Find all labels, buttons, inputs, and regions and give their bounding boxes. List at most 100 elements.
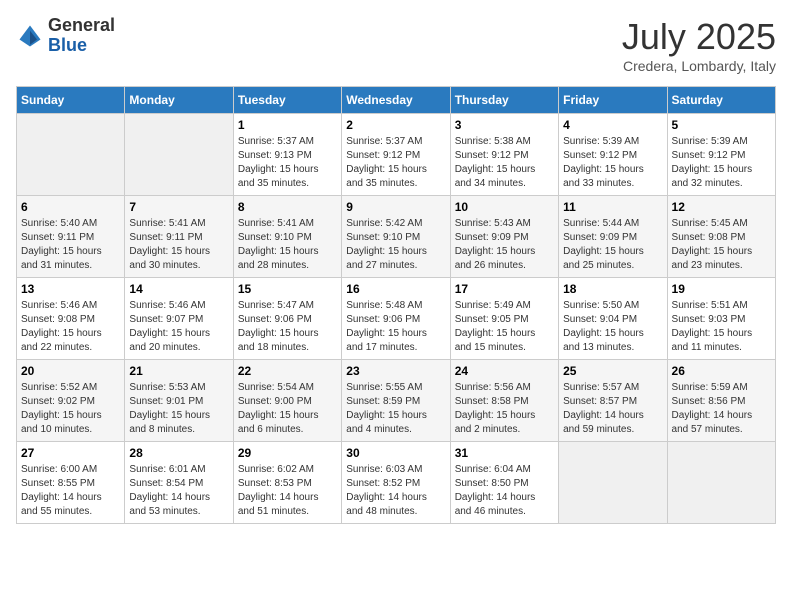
- location-label: Credera, Lombardy, Italy: [622, 58, 776, 74]
- day-detail: Sunrise: 5:59 AMSunset: 8:56 PMDaylight:…: [672, 381, 771, 437]
- table-row: 8Sunrise: 5:41 AMSunset: 9:10 PMDaylight…: [233, 196, 341, 278]
- table-row: 27 Sunrise: 6:00 AMSunset: 8:55 PMDayligh…: [17, 442, 125, 524]
- day-number: 9: [346, 200, 445, 214]
- title-block: July 2025 Credera, Lombardy, Italy: [622, 16, 776, 74]
- table-row: 16Sunrise: 5:48 AMSunset: 9:06 PMDayligh…: [342, 278, 450, 360]
- day-number: 1: [238, 118, 337, 132]
- day-detail: Sunrise: 5:48 AMSunset: 9:06 PMDaylight:…: [346, 299, 445, 355]
- day-detail: Sunrise: 5:56 AMSunset: 8:58 PMDaylight:…: [455, 381, 554, 437]
- day-detail: Sunrise: 5:46 AMSunset: 9:07 PMDaylight:…: [129, 299, 228, 355]
- header-tuesday: Tuesday: [233, 87, 341, 114]
- day-detail: Sunrise: 5:42 AMSunset: 9:10 PMDaylight:…: [346, 217, 445, 273]
- table-row: 19 Sunrise: 5:51 AMSunset: 9:03 PMDayligh…: [667, 278, 775, 360]
- table-row: 15Sunrise: 5:47 AMSunset: 9:06 PMDayligh…: [233, 278, 341, 360]
- day-detail: Sunrise: 5:41 AMSunset: 9:11 PMDaylight:…: [129, 217, 228, 273]
- day-detail: Sunrise: 5:55 AMSunset: 8:59 PMDaylight:…: [346, 381, 445, 437]
- day-detail: Sunrise: 6:02 AMSunset: 8:53 PMDaylight:…: [238, 463, 337, 519]
- header-saturday: Saturday: [667, 87, 775, 114]
- day-detail: Sunrise: 5:38 AMSunset: 9:12 PMDaylight:…: [455, 135, 554, 191]
- table-row: 28 Sunrise: 6:01 AMSunset: 8:54 PMDayligh…: [125, 442, 233, 524]
- day-number: 7: [129, 200, 228, 214]
- day-detail: Sunrise: 5:47 AMSunset: 9:06 PMDaylight:…: [238, 299, 337, 355]
- day-detail: Sunrise: 6:04 AMSunset: 8:50 PMDaylight:…: [455, 463, 554, 519]
- table-row: 17Sunrise: 5:49 AMSunset: 9:05 PMDayligh…: [450, 278, 558, 360]
- day-detail: Sunrise: 5:43 AMSunset: 9:09 PMDaylight:…: [455, 217, 554, 273]
- day-number: 6: [21, 200, 120, 214]
- day-detail: Sunrise: 5:44 AMSunset: 9:09 PMDaylight:…: [563, 217, 662, 273]
- table-row: 20 Sunrise: 5:52 AMSunset: 9:02 PMDayligh…: [17, 360, 125, 442]
- day-number: 13: [21, 282, 120, 296]
- calendar-week-row: 20 Sunrise: 5:52 AMSunset: 9:02 PMDayligh…: [17, 360, 776, 442]
- day-detail: Sunrise: 5:45 AMSunset: 9:08 PMDaylight:…: [672, 217, 771, 273]
- day-number: 26: [672, 364, 771, 378]
- day-number: 27: [21, 446, 120, 460]
- logo-general: General: [48, 16, 115, 36]
- table-row: 25 Sunrise: 5:57 AMSunset: 8:57 PMDayligh…: [559, 360, 667, 442]
- day-number: 25: [563, 364, 662, 378]
- day-detail: Sunrise: 5:46 AMSunset: 9:08 PMDaylight:…: [21, 299, 120, 355]
- calendar-header-row: Sunday Monday Tuesday Wednesday Thursday…: [17, 87, 776, 114]
- header-sunday: Sunday: [17, 87, 125, 114]
- day-number: 28: [129, 446, 228, 460]
- day-number: 24: [455, 364, 554, 378]
- day-number: 21: [129, 364, 228, 378]
- day-number: 2: [346, 118, 445, 132]
- table-row: 23 Sunrise: 5:55 AMSunset: 8:59 PMDayligh…: [342, 360, 450, 442]
- day-detail: Sunrise: 6:03 AMSunset: 8:52 PMDaylight:…: [346, 463, 445, 519]
- page-header: General Blue July 2025 Credera, Lombardy…: [16, 16, 776, 74]
- day-number: 23: [346, 364, 445, 378]
- table-row: 21 Sunrise: 5:53 AMSunset: 9:01 PMDayligh…: [125, 360, 233, 442]
- day-detail: Sunrise: 5:53 AMSunset: 9:01 PMDaylight:…: [129, 381, 228, 437]
- table-row: 22Sunrise: 5:54 AMSunset: 9:00 PMDayligh…: [233, 360, 341, 442]
- header-friday: Friday: [559, 87, 667, 114]
- calendar-week-row: 27 Sunrise: 6:00 AMSunset: 8:55 PMDayligh…: [17, 442, 776, 524]
- table-row: [667, 442, 775, 524]
- calendar-week-row: 1 Sunrise: 5:37 AMSunset: 9:13 PMDaylight…: [17, 114, 776, 196]
- day-number: 4: [563, 118, 662, 132]
- table-row: [17, 114, 125, 196]
- day-detail: Sunrise: 5:57 AMSunset: 8:57 PMDaylight:…: [563, 381, 662, 437]
- day-detail: Sunrise: 5:50 AMSunset: 9:04 PMDaylight:…: [563, 299, 662, 355]
- table-row: 1 Sunrise: 5:37 AMSunset: 9:13 PMDaylight…: [233, 114, 341, 196]
- table-row: 24 Sunrise: 5:56 AMSunset: 8:58 PMDayligh…: [450, 360, 558, 442]
- day-detail: Sunrise: 5:54 AMSunset: 9:00 PMDaylight:…: [238, 381, 337, 437]
- table-row: 12 Sunrise: 5:45 AMSunset: 9:08 PMDayligh…: [667, 196, 775, 278]
- logo-text: General Blue: [48, 16, 115, 56]
- day-number: 12: [672, 200, 771, 214]
- table-row: 4 Sunrise: 5:39 AMSunset: 9:12 PMDaylight…: [559, 114, 667, 196]
- day-detail: Sunrise: 5:52 AMSunset: 9:02 PMDaylight:…: [21, 381, 120, 437]
- day-detail: Sunrise: 5:49 AMSunset: 9:05 PMDaylight:…: [455, 299, 554, 355]
- day-detail: Sunrise: 5:51 AMSunset: 9:03 PMDaylight:…: [672, 299, 771, 355]
- day-detail: Sunrise: 5:41 AMSunset: 9:10 PMDaylight:…: [238, 217, 337, 273]
- day-detail: Sunrise: 6:00 AMSunset: 8:55 PMDaylight:…: [21, 463, 120, 519]
- table-row: 18 Sunrise: 5:50 AMSunset: 9:04 PMDayligh…: [559, 278, 667, 360]
- day-detail: Sunrise: 5:39 AMSunset: 9:12 PMDaylight:…: [672, 135, 771, 191]
- day-detail: Sunrise: 6:01 AMSunset: 8:54 PMDaylight:…: [129, 463, 228, 519]
- table-row: 29 Sunrise: 6:02 AMSunset: 8:53 PMDayligh…: [233, 442, 341, 524]
- table-row: 7 Sunrise: 5:41 AMSunset: 9:11 PMDaylight…: [125, 196, 233, 278]
- header-wednesday: Wednesday: [342, 87, 450, 114]
- day-number: 11: [563, 200, 662, 214]
- calendar-table: Sunday Monday Tuesday Wednesday Thursday…: [16, 86, 776, 524]
- day-number: 20: [21, 364, 120, 378]
- header-thursday: Thursday: [450, 87, 558, 114]
- logo-blue: Blue: [48, 36, 115, 56]
- table-row: 30Sunrise: 6:03 AMSunset: 8:52 PMDayligh…: [342, 442, 450, 524]
- table-row: 9 Sunrise: 5:42 AMSunset: 9:10 PMDaylight…: [342, 196, 450, 278]
- table-row: [559, 442, 667, 524]
- table-row: 14 Sunrise: 5:46 AMSunset: 9:07 PMDayligh…: [125, 278, 233, 360]
- day-number: 29: [238, 446, 337, 460]
- month-year-title: July 2025: [622, 16, 776, 58]
- logo: General Blue: [16, 16, 115, 56]
- day-number: 19: [672, 282, 771, 296]
- day-detail: Sunrise: 5:37 AMSunset: 9:13 PMDaylight:…: [238, 135, 337, 191]
- day-number: 5: [672, 118, 771, 132]
- table-row: [125, 114, 233, 196]
- calendar-week-row: 13 Sunrise: 5:46 AMSunset: 9:08 PMDayligh…: [17, 278, 776, 360]
- day-detail: Sunrise: 5:40 AMSunset: 9:11 PMDaylight:…: [21, 217, 120, 273]
- day-number: 14: [129, 282, 228, 296]
- table-row: 31Sunrise: 6:04 AMSunset: 8:50 PMDayligh…: [450, 442, 558, 524]
- day-detail: Sunrise: 5:39 AMSunset: 9:12 PMDaylight:…: [563, 135, 662, 191]
- day-number: 18: [563, 282, 662, 296]
- day-number: 3: [455, 118, 554, 132]
